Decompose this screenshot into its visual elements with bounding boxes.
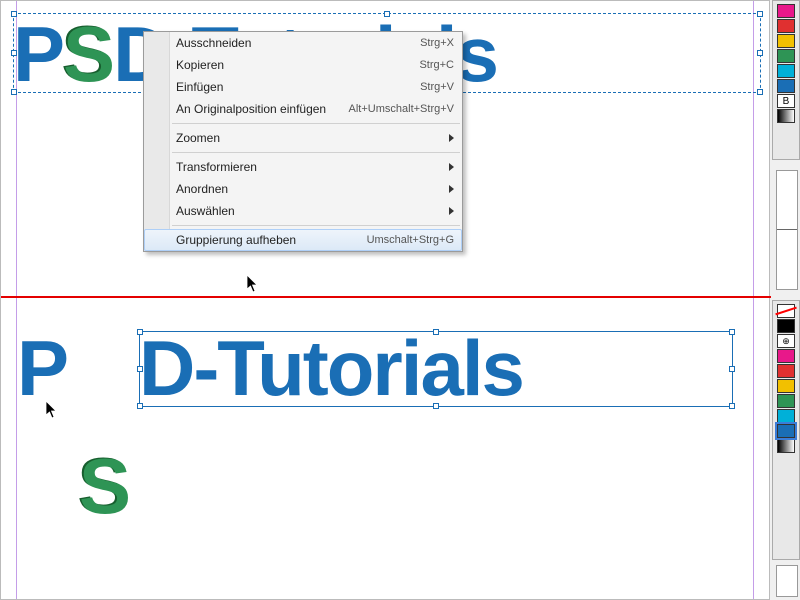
menu-item-label: Ausschneiden [176,36,251,50]
color-swatch[interactable] [777,109,795,123]
color-swatch[interactable] [777,394,795,408]
chevron-right-icon [449,185,454,193]
selection-bounding-box-bottom [139,331,733,407]
menu-item[interactable]: Transformieren [144,156,462,178]
color-swatch[interactable]: B [777,94,795,108]
color-swatch[interactable] [777,424,795,438]
menu-separator [172,123,460,124]
canvas[interactable]: PSD-Tutorials AusschneidenStrg+XKopieren… [0,0,770,600]
color-swatch[interactable] [777,349,795,363]
menu-item-label: An Originalposition einfügen [176,102,326,116]
menu-item[interactable]: An Originalposition einfügen Alt+Umschalt… [144,98,462,120]
menu-item-label: Transformieren [176,160,257,174]
context-menu[interactable]: Ausschneiden Strg+X Kopieren Strg+C Einfügen… [143,31,463,252]
color-swatch[interactable] [777,64,795,78]
menu-item[interactable]: Kopieren Strg+C [144,54,462,76]
menu-shortcut: Umschalt+Strg+G [367,234,454,246]
menu-separator [172,225,460,226]
glyph-p-ungrouped[interactable]: P [17,323,69,414]
color-swatch[interactable] [777,304,795,318]
color-swatch[interactable] [777,49,795,63]
menu-item[interactable]: Auswählen [144,200,462,222]
color-swatch[interactable] [777,19,795,33]
menu-item-label: Anordnen [176,182,228,196]
color-swatch[interactable] [777,364,795,378]
menu-item-label: Gruppierung aufheben [176,233,296,247]
chevron-right-icon [449,207,454,215]
swatch-panel-top[interactable]: B [772,0,800,160]
color-swatch[interactable] [777,379,795,393]
color-swatch[interactable] [777,79,795,93]
chevron-right-icon [449,163,454,171]
color-swatch[interactable] [777,4,795,18]
menu-item[interactable]: Einfügen Strg+V [144,76,462,98]
mini-panel-bottom [776,565,798,597]
menu-item-label: Auswählen [176,204,235,218]
menu-item[interactable]: Anordnen [144,178,462,200]
color-swatch[interactable] [777,34,795,48]
page-divider [1,296,771,298]
menu-shortcut: Alt+Umschalt+Strg+V [349,103,454,115]
menu-shortcut: Strg+X [420,37,454,49]
menu-item-label: Kopieren [176,58,224,72]
swatch-panel-bottom[interactable]: ⊕ [772,300,800,560]
color-swatch[interactable] [777,409,795,423]
menu-item-label: Zoomen [176,131,220,145]
color-swatch[interactable] [777,439,795,453]
menu-item-label: Einfügen [176,80,223,94]
mini-panel-top [776,170,798,290]
menu-shortcut: Strg+V [420,81,454,93]
menu-item[interactable]: Zoomen [144,127,462,149]
cursor-icon [247,275,259,293]
menu-item[interactable]: Ausschneiden Strg+X [144,32,462,54]
color-swatch[interactable]: ⊕ [777,334,795,348]
menu-separator [172,152,460,153]
chevron-right-icon [449,134,454,142]
color-swatch[interactable] [777,319,795,333]
menu-item[interactable]: Gruppierung aufheben Umschalt+Strg+G [144,229,462,251]
glyph-s-ungrouped[interactable]: S [79,441,131,532]
menu-shortcut: Strg+C [419,59,454,71]
